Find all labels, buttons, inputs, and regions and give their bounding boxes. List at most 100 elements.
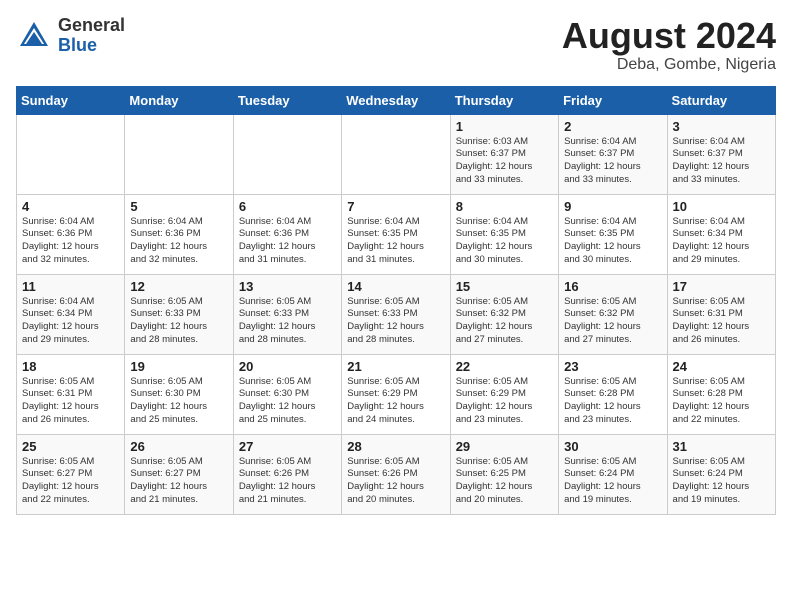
logo-blue-text: Blue	[58, 36, 125, 56]
calendar-header: SundayMondayTuesdayWednesdayThursdayFrid…	[17, 86, 776, 114]
day-info: Sunrise: 6:04 AM Sunset: 6:35 PM Dayligh…	[456, 216, 553, 267]
day-info: Sunrise: 6:05 AM Sunset: 6:33 PM Dayligh…	[130, 296, 227, 347]
day-number: 30	[564, 439, 661, 454]
day-info: Sunrise: 6:05 AM Sunset: 6:28 PM Dayligh…	[564, 376, 661, 427]
day-cell: 3Sunrise: 6:04 AM Sunset: 6:37 PM Daylig…	[667, 114, 775, 194]
day-number: 10	[673, 199, 770, 214]
day-cell: 7 Sunrise: 6:04 AM Sunset: 6:35 PM Daylig…	[342, 194, 450, 274]
day-cell: 27 Sunrise: 6:05 AM Sunset: 6:26 PM Dayli…	[233, 434, 341, 514]
day-number: 14	[347, 279, 444, 294]
logo-icon	[16, 18, 52, 54]
header-row: SundayMondayTuesdayWednesdayThursdayFrid…	[17, 86, 776, 114]
day-number: 20	[239, 359, 336, 374]
day-number: 22	[456, 359, 553, 374]
day-cell: 14 Sunrise: 6:05 AM Sunset: 6:33 PM Dayli…	[342, 274, 450, 354]
col-header-tuesday: Tuesday	[233, 86, 341, 114]
day-info: Sunrise: 6:05 AM Sunset: 6:24 PM Dayligh…	[564, 456, 661, 507]
day-info: Sunrise: 6:05 AM Sunset: 6:31 PM Dayligh…	[673, 296, 770, 347]
day-cell: 30 Sunrise: 6:05 AM Sunset: 6:24 PM Dayli…	[559, 434, 667, 514]
logo: General Blue	[16, 16, 125, 56]
calendar-body: 1 Sunrise: 6:03 AM Sunset: 6:37 PM Daylig…	[17, 114, 776, 514]
col-header-monday: Monday	[125, 86, 233, 114]
day-cell: 5 Sunrise: 6:04 AM Sunset: 6:36 PM Daylig…	[125, 194, 233, 274]
day-number: 1	[456, 119, 553, 134]
day-info: Sunrise: 6:05 AM Sunset: 6:27 PM Dayligh…	[130, 456, 227, 507]
week-row-1: 1 Sunrise: 6:03 AM Sunset: 6:37 PM Daylig…	[17, 114, 776, 194]
day-info: Sunrise: 6:05 AM Sunset: 6:31 PM Dayligh…	[22, 376, 119, 427]
col-header-friday: Friday	[559, 86, 667, 114]
day-cell	[233, 114, 341, 194]
col-header-saturday: Saturday	[667, 86, 775, 114]
day-number: 17	[673, 279, 770, 294]
day-number: 18	[22, 359, 119, 374]
day-cell: 8 Sunrise: 6:04 AM Sunset: 6:35 PM Daylig…	[450, 194, 558, 274]
day-info: Sunrise: 6:04 AM Sunset: 6:36 PM Dayligh…	[22, 216, 119, 267]
day-info: Sunrise: 6:03 AM Sunset: 6:37 PM Dayligh…	[456, 136, 553, 187]
col-header-wednesday: Wednesday	[342, 86, 450, 114]
week-row-5: 25Sunrise: 6:05 AM Sunset: 6:27 PM Dayli…	[17, 434, 776, 514]
day-number: 12	[130, 279, 227, 294]
day-cell: 2Sunrise: 6:04 AM Sunset: 6:37 PM Daylig…	[559, 114, 667, 194]
day-cell: 23 Sunrise: 6:05 AM Sunset: 6:28 PM Dayli…	[559, 354, 667, 434]
day-cell: 17 Sunrise: 6:05 AM Sunset: 6:31 PM Dayli…	[667, 274, 775, 354]
day-number: 16	[564, 279, 661, 294]
col-header-sunday: Sunday	[17, 86, 125, 114]
day-info: Sunrise: 6:04 AM Sunset: 6:36 PM Dayligh…	[130, 216, 227, 267]
day-cell: 25Sunrise: 6:05 AM Sunset: 6:27 PM Dayli…	[17, 434, 125, 514]
week-row-4: 18 Sunrise: 6:05 AM Sunset: 6:31 PM Dayli…	[17, 354, 776, 434]
day-number: 29	[456, 439, 553, 454]
week-row-2: 4 Sunrise: 6:04 AM Sunset: 6:36 PM Daylig…	[17, 194, 776, 274]
week-row-3: 11 Sunrise: 6:04 AM Sunset: 6:34 PM Dayli…	[17, 274, 776, 354]
day-cell: 1 Sunrise: 6:03 AM Sunset: 6:37 PM Daylig…	[450, 114, 558, 194]
day-cell	[125, 114, 233, 194]
day-number: 4	[22, 199, 119, 214]
title-block: August 2024 Deba, Gombe, Nigeria	[562, 16, 776, 74]
day-number: 27	[239, 439, 336, 454]
day-info: Sunrise: 6:05 AM Sunset: 6:26 PM Dayligh…	[239, 456, 336, 507]
day-cell: 10Sunrise: 6:04 AM Sunset: 6:34 PM Dayli…	[667, 194, 775, 274]
day-info: Sunrise: 6:05 AM Sunset: 6:24 PM Dayligh…	[673, 456, 770, 507]
day-cell: 12 Sunrise: 6:05 AM Sunset: 6:33 PM Dayli…	[125, 274, 233, 354]
day-cell: 4 Sunrise: 6:04 AM Sunset: 6:36 PM Daylig…	[17, 194, 125, 274]
day-number: 7	[347, 199, 444, 214]
day-number: 21	[347, 359, 444, 374]
day-number: 15	[456, 279, 553, 294]
day-info: Sunrise: 6:04 AM Sunset: 6:37 PM Dayligh…	[673, 136, 770, 187]
day-info: Sunrise: 6:04 AM Sunset: 6:35 PM Dayligh…	[347, 216, 444, 267]
day-info: Sunrise: 6:05 AM Sunset: 6:32 PM Dayligh…	[564, 296, 661, 347]
day-number: 26	[130, 439, 227, 454]
col-header-thursday: Thursday	[450, 86, 558, 114]
day-number: 2	[564, 119, 661, 134]
day-cell: 31 Sunrise: 6:05 AM Sunset: 6:24 PM Dayli…	[667, 434, 775, 514]
day-info: Sunrise: 6:04 AM Sunset: 6:34 PM Dayligh…	[22, 296, 119, 347]
day-number: 5	[130, 199, 227, 214]
day-cell	[342, 114, 450, 194]
day-cell: 16 Sunrise: 6:05 AM Sunset: 6:32 PM Dayli…	[559, 274, 667, 354]
day-cell: 26 Sunrise: 6:05 AM Sunset: 6:27 PM Dayli…	[125, 434, 233, 514]
day-number: 8	[456, 199, 553, 214]
day-info: Sunrise: 6:05 AM Sunset: 6:33 PM Dayligh…	[239, 296, 336, 347]
day-number: 11	[22, 279, 119, 294]
day-cell: 24Sunrise: 6:05 AM Sunset: 6:28 PM Dayli…	[667, 354, 775, 434]
day-cell: 9 Sunrise: 6:04 AM Sunset: 6:35 PM Daylig…	[559, 194, 667, 274]
calendar-subtitle: Deba, Gombe, Nigeria	[562, 56, 776, 74]
day-number: 23	[564, 359, 661, 374]
day-number: 6	[239, 199, 336, 214]
day-info: Sunrise: 6:05 AM Sunset: 6:28 PM Dayligh…	[673, 376, 770, 427]
day-cell: 28Sunrise: 6:05 AM Sunset: 6:26 PM Dayli…	[342, 434, 450, 514]
page-header: General Blue August 2024 Deba, Gombe, Ni…	[16, 16, 776, 74]
day-number: 9	[564, 199, 661, 214]
day-info: Sunrise: 6:05 AM Sunset: 6:32 PM Dayligh…	[456, 296, 553, 347]
day-cell: 13Sunrise: 6:05 AM Sunset: 6:33 PM Dayli…	[233, 274, 341, 354]
day-info: Sunrise: 6:04 AM Sunset: 6:36 PM Dayligh…	[239, 216, 336, 267]
day-cell	[17, 114, 125, 194]
day-number: 31	[673, 439, 770, 454]
day-info: Sunrise: 6:04 AM Sunset: 6:35 PM Dayligh…	[564, 216, 661, 267]
day-cell: 6 Sunrise: 6:04 AM Sunset: 6:36 PM Daylig…	[233, 194, 341, 274]
calendar-title: August 2024	[562, 16, 776, 56]
day-info: Sunrise: 6:05 AM Sunset: 6:29 PM Dayligh…	[347, 376, 444, 427]
day-info: Sunrise: 6:05 AM Sunset: 6:33 PM Dayligh…	[347, 296, 444, 347]
day-cell: 11 Sunrise: 6:04 AM Sunset: 6:34 PM Dayli…	[17, 274, 125, 354]
logo-text: General Blue	[58, 16, 125, 56]
day-cell: 18 Sunrise: 6:05 AM Sunset: 6:31 PM Dayli…	[17, 354, 125, 434]
